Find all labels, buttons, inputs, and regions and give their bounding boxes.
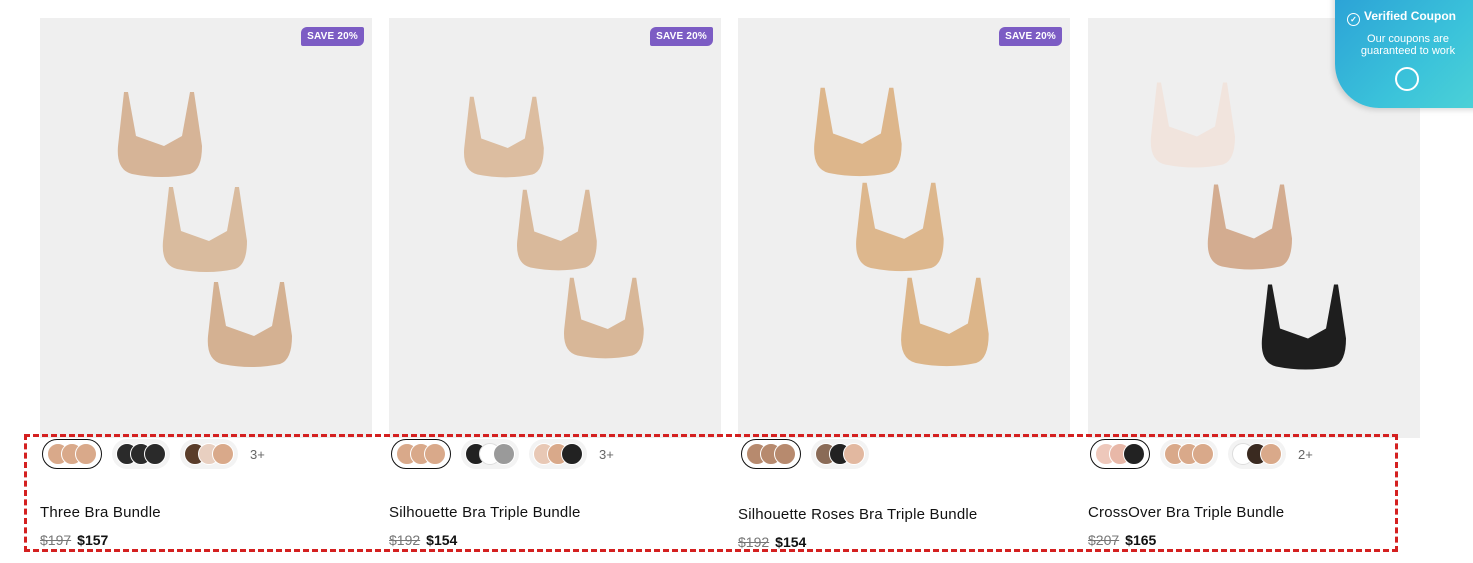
bra-image-top (464, 96, 544, 178)
bra-image-middle (517, 189, 597, 271)
coupon-subtitle: Our coupons are guaranteed to work (1360, 33, 1456, 57)
color-dot (144, 443, 166, 465)
save-badge: SAVE 20% (301, 27, 364, 46)
color-dot (843, 443, 865, 465)
original-price: $192 (389, 532, 421, 548)
swatch-option[interactable] (1090, 439, 1150, 469)
bra-image-middle (1207, 184, 1292, 270)
original-price: $197 (40, 532, 72, 548)
product-name-4[interactable]: CrossOver Bra Triple Bundle (1088, 504, 1284, 521)
product-name-3[interactable]: Silhouette Roses Bra Triple Bundle (738, 506, 977, 523)
product-price-3: $192 $154 (738, 534, 806, 550)
sale-price: $165 (1125, 532, 1157, 548)
bra-image-top (1150, 82, 1235, 168)
color-dot (212, 443, 234, 465)
color-dot (774, 443, 796, 465)
swatch-row-3 (741, 436, 869, 472)
sale-price: $154 (426, 532, 458, 548)
bra-image-middle (162, 187, 247, 272)
save-badge: SAVE 20% (650, 27, 713, 46)
product-name-1[interactable]: Three Bra Bundle (40, 504, 161, 521)
swatch-option[interactable] (180, 439, 238, 469)
product-price-1: $197 $157 (40, 532, 108, 548)
verified-coupon-widget[interactable]: ✓ Verified Coupon Our coupons are guarant… (1335, 0, 1473, 108)
product-name-2[interactable]: Silhouette Bra Triple Bundle (389, 504, 581, 521)
swatch-row-1: 3+ (42, 436, 265, 472)
product-image-1[interactable]: SAVE 20% (40, 18, 372, 438)
color-dot (1260, 443, 1282, 465)
product-price-2: $192 $154 (389, 532, 457, 548)
sale-price: $157 (77, 532, 109, 548)
swatch-option[interactable] (811, 439, 869, 469)
product-price-4: $207 $165 (1088, 532, 1156, 548)
product-card-3[interactable]: SAVE 20% (738, 18, 1070, 438)
product-image-2[interactable]: SAVE 20% (389, 18, 721, 438)
save-badge: SAVE 20% (999, 27, 1062, 46)
more-colors-link[interactable]: 3+ (599, 447, 614, 462)
bra-image-bottom (564, 277, 644, 359)
coupon-title-text: Verified Coupon (1364, 9, 1457, 23)
bra-image-top (814, 87, 902, 177)
coupon-title: ✓ Verified Coupon (1347, 9, 1456, 26)
bra-image-middle (856, 182, 944, 272)
swatch-option[interactable] (529, 439, 587, 469)
swatch-option[interactable] (461, 439, 519, 469)
swatch-option[interactable] (112, 439, 170, 469)
original-price: $207 (1088, 532, 1120, 548)
swatch-option[interactable] (1228, 439, 1286, 469)
bra-image-top (117, 92, 202, 177)
bra-image-bottom (207, 282, 292, 367)
bra-image-bottom (901, 277, 989, 367)
more-colors-link[interactable]: 3+ (250, 447, 265, 462)
original-price: $192 (738, 534, 770, 550)
more-colors-link[interactable]: 2+ (1298, 447, 1313, 462)
product-card-2[interactable]: SAVE 20% (389, 18, 721, 438)
coupon-app-icon[interactable] (1395, 67, 1419, 91)
check-circle-icon: ✓ (1347, 13, 1360, 26)
color-dot (561, 443, 583, 465)
swatch-option[interactable] (391, 439, 451, 469)
color-dot (493, 443, 515, 465)
swatch-row-4: 2+ (1090, 436, 1313, 472)
bra-image-bottom (1261, 284, 1346, 370)
sale-price: $154 (775, 534, 807, 550)
color-dot (75, 443, 97, 465)
product-image-3[interactable]: SAVE 20% (738, 18, 1070, 438)
swatch-row-2: 3+ (391, 436, 614, 472)
product-card-1[interactable]: SAVE 20% (40, 18, 372, 438)
color-dot (1123, 443, 1145, 465)
swatch-option[interactable] (741, 439, 801, 469)
swatch-option[interactable] (42, 439, 102, 469)
color-dot (424, 443, 446, 465)
swatch-option[interactable] (1160, 439, 1218, 469)
color-dot (1192, 443, 1214, 465)
